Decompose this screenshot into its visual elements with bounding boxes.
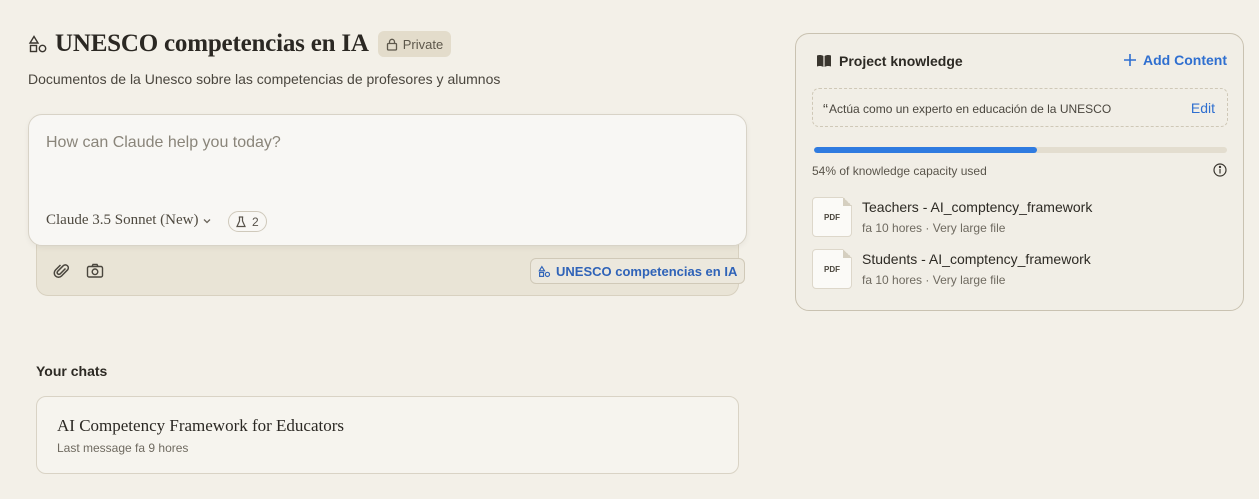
model-label: Claude 3.5 Sonnet (New) [46, 212, 199, 228]
add-content-label: Add Content [1143, 52, 1227, 68]
file-age: fa 10 hores [862, 221, 923, 235]
panel-title-text: Project knowledge [839, 53, 963, 69]
instructions-text: “Actúa como un experto en educación de l… [823, 101, 1111, 118]
file-meta: fa 10 hores · Very large file [862, 221, 1005, 235]
file-size: Very large file [932, 273, 1006, 287]
meta-separator: · [925, 221, 930, 235]
message-composer[interactable]: How can Claude help you today? Claude 3.… [28, 114, 747, 246]
camera-icon[interactable] [86, 262, 104, 280]
panel-title: Project knowledge [816, 53, 963, 69]
project-chip[interactable]: UNESCO competencias en IA [530, 258, 746, 284]
plus-icon [1123, 53, 1137, 67]
chat-item[interactable]: AI Competency Framework for Educators La… [36, 396, 739, 474]
chevron-down-icon [202, 216, 212, 226]
info-icon[interactable] [1213, 163, 1227, 177]
file-age: fa 10 hores [862, 273, 923, 287]
tools-chip[interactable]: 2 [228, 211, 267, 232]
file-name: Teachers - AI_comptency_framework [862, 199, 1093, 215]
chat-title: AI Competency Framework for Educators [57, 416, 345, 435]
capacity-progress-bar [814, 147, 1227, 153]
project-description: Documentos de la Unesco sobre las compet… [28, 71, 501, 87]
file-item[interactable]: PDF Teachers - AI_comptency_framework fa… [812, 197, 1212, 237]
capacity-progress-fill [814, 147, 1038, 153]
add-content-button[interactable]: Add Content [1123, 52, 1227, 68]
project-shapes-icon [28, 34, 48, 54]
meta-separator: · [925, 273, 930, 287]
private-badge[interactable]: Private [377, 31, 452, 57]
project-chip-label: UNESCO competencias en IA [556, 263, 738, 279]
pdf-file-icon: PDF [812, 197, 852, 237]
page-title: UNESCO competencias en IA [55, 30, 369, 57]
file-item[interactable]: PDF Students - AI_comptency_framework fa… [812, 249, 1212, 289]
chats-heading: Your chats [36, 363, 108, 379]
message-input[interactable]: How can Claude help you today? [46, 134, 281, 152]
chat-last-message: Last message fa 9 hores [57, 441, 189, 455]
file-name: Students - AI_comptency_framework [862, 251, 1091, 267]
project-knowledge-panel: Project knowledge Add Content “Actúa com… [795, 33, 1244, 311]
tools-count: 2 [252, 214, 259, 229]
paperclip-icon[interactable] [53, 262, 71, 280]
quote-mark: “ [823, 101, 828, 118]
capacity-text: 54% of knowledge capacity used [812, 164, 987, 178]
project-header: UNESCO competencias en IA Private [28, 30, 452, 58]
private-label: Private [402, 36, 444, 52]
edit-instructions-button[interactable]: Edit [1191, 100, 1215, 116]
file-size: Very large file [932, 221, 1006, 235]
model-selector[interactable]: Claude 3.5 Sonnet (New) [46, 212, 212, 229]
book-icon [816, 54, 832, 68]
beaker-icon [236, 215, 246, 228]
project-shapes-icon [538, 265, 551, 278]
lock-icon [386, 38, 398, 51]
file-meta: fa 10 hores · Very large file [862, 273, 1005, 287]
project-instructions[interactable]: “Actúa como un experto en educación de l… [812, 88, 1228, 127]
pdf-file-icon: PDF [812, 249, 852, 289]
instructions-value: Actúa como un experto en educación de la… [829, 102, 1112, 116]
